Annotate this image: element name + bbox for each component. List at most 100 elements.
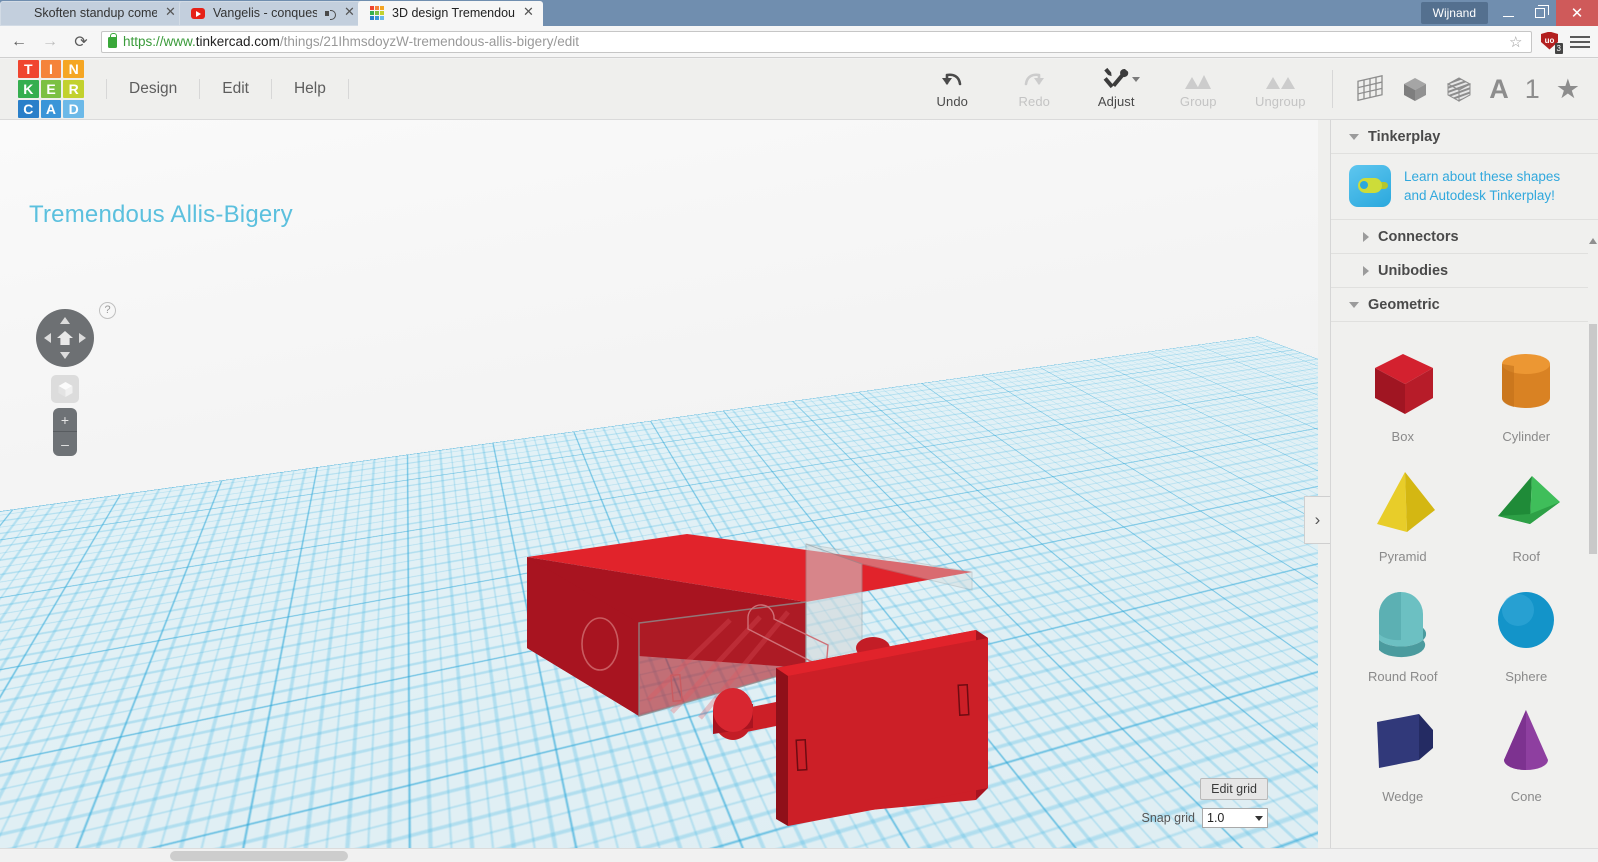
logo-tile-e: E bbox=[40, 80, 62, 98]
shape-item-pyramid[interactable]: Pyramid bbox=[1341, 450, 1465, 568]
roof-shape-icon bbox=[1465, 457, 1589, 547]
browser-tab-3-active[interactable]: 3D design Tremendous Al ✕ bbox=[358, 1, 543, 26]
group-button[interactable]: Group bbox=[1160, 65, 1236, 113]
ungroup-icon bbox=[1265, 65, 1296, 91]
section-label: Unibodies bbox=[1378, 263, 1449, 279]
menu-item-design[interactable]: Design bbox=[106, 79, 201, 99]
favorites-star-icon[interactable]: ★ bbox=[1556, 75, 1580, 103]
adjust-button[interactable]: Adjust bbox=[1078, 65, 1154, 113]
fit-to-view-cube-icon[interactable] bbox=[51, 375, 79, 403]
snap-grid-label: Snap grid bbox=[1141, 811, 1195, 825]
menu-item-help[interactable]: Help bbox=[272, 79, 349, 99]
toolbar-view-icons: A 1 ★ bbox=[1332, 70, 1580, 108]
shape-item-cone[interactable]: Cone bbox=[1465, 690, 1589, 808]
nav-up-arrow-icon[interactable] bbox=[60, 317, 70, 324]
ungroup-button[interactable]: Ungroup bbox=[1242, 65, 1318, 113]
zoom-out-button[interactable]: – bbox=[53, 432, 77, 456]
forward-button[interactable]: → bbox=[39, 31, 61, 53]
section-header-unibodies[interactable]: Unibodies bbox=[1331, 254, 1598, 288]
tinkerplay-app-icon bbox=[1349, 165, 1391, 207]
box-shape-icon bbox=[1341, 337, 1465, 427]
ruler-tool-icon[interactable]: 1 bbox=[1525, 75, 1540, 103]
panel-collapse-button[interactable]: › bbox=[1304, 496, 1330, 544]
tab-close-button[interactable]: ✕ bbox=[522, 5, 535, 20]
logo-tile-c: C bbox=[18, 100, 39, 118]
page-title: Tremendous Allis-Bigery bbox=[29, 201, 293, 228]
home-icon[interactable] bbox=[57, 331, 73, 345]
address-bar[interactable]: https://www.tinkercad.com/things/21Ihmsd… bbox=[101, 30, 1532, 53]
section-label: Tinkerplay bbox=[1368, 129, 1441, 145]
window-close-button[interactable]: ✕ bbox=[1556, 0, 1598, 26]
shape-item-half-sphere[interactable] bbox=[1341, 810, 1465, 850]
tinkerplay-promo-link[interactable]: Learn about these shapes and Autodesk Ti… bbox=[1404, 167, 1584, 205]
snap-grid-select[interactable]: 1.0 bbox=[1202, 808, 1268, 828]
zoom-in-button[interactable]: + bbox=[53, 408, 77, 432]
workplane-grid[interactable] bbox=[0, 120, 1318, 850]
nav-down-arrow-icon[interactable] bbox=[60, 352, 70, 359]
chevron-down-icon[interactable] bbox=[1132, 77, 1141, 82]
undo-label: Undo bbox=[936, 94, 968, 109]
panel-scrollbar[interactable] bbox=[1588, 238, 1598, 850]
tinkerplay-promo[interactable]: Learn about these shapes and Autodesk Ti… bbox=[1331, 154, 1598, 220]
geometric-shapes-grid: Box Cylinder Pyramid Roof Round Roof Sph… bbox=[1331, 322, 1598, 850]
shape-label: Box bbox=[1391, 429, 1414, 444]
reload-button[interactable]: ⟳ bbox=[70, 31, 92, 53]
shape-item-box[interactable]: Box bbox=[1341, 330, 1465, 448]
window-controls-group: Wijnand ✕ bbox=[1420, 0, 1598, 26]
shape-item-wedge[interactable]: Wedge bbox=[1341, 690, 1465, 808]
tinkercad-logo[interactable]: T I N K E R C A D bbox=[18, 60, 84, 118]
window-minimize-button[interactable] bbox=[1492, 0, 1524, 26]
view-navigation-pad[interactable] bbox=[36, 309, 94, 367]
page-horizontal-scrollbar[interactable] bbox=[0, 848, 1598, 862]
bookmark-star-icon[interactable]: ☆ bbox=[1509, 33, 1525, 51]
shape-item-cylinder[interactable]: Cylinder bbox=[1465, 330, 1589, 448]
menu-item-edit[interactable]: Edit bbox=[200, 79, 272, 99]
striped-cube-icon[interactable] bbox=[1445, 75, 1473, 103]
scroll-up-arrow-icon[interactable] bbox=[1589, 238, 1597, 244]
ublock-origin-icon[interactable]: uo 3 bbox=[1541, 31, 1563, 54]
logo-tile-k: K bbox=[18, 80, 39, 98]
logo-tile-i: I bbox=[40, 60, 62, 78]
text-tool-icon[interactable]: A bbox=[1489, 75, 1509, 103]
section-header-tinkerplay[interactable]: Tinkerplay bbox=[1331, 120, 1598, 154]
url-scheme: https://www. bbox=[123, 34, 196, 49]
redo-button[interactable]: Redo bbox=[996, 65, 1072, 113]
tab-close-button[interactable]: ✕ bbox=[164, 5, 177, 20]
section-header-connectors[interactable]: Connectors bbox=[1331, 220, 1598, 254]
browser-tab-2[interactable]: Vangelis - conquest of ✕ bbox=[179, 1, 364, 26]
shape-item-hexagon[interactable] bbox=[1465, 810, 1589, 850]
scrollbar-thumb[interactable] bbox=[1589, 324, 1597, 554]
section-label: Geometric bbox=[1368, 297, 1440, 313]
tab-title: 3D design Tremendous Al bbox=[392, 6, 515, 20]
browser-tabstrip: Skoften standup comedy: ✕ Vangelis - con… bbox=[0, 0, 543, 26]
nav-left-arrow-icon[interactable] bbox=[44, 333, 51, 343]
hamburger-icon[interactable] bbox=[1570, 33, 1590, 51]
browser-titlebar: Skoften standup comedy: ✕ Vangelis - con… bbox=[0, 0, 1598, 26]
tinkercad-icon bbox=[370, 6, 385, 21]
section-label: Connectors bbox=[1378, 229, 1459, 245]
help-button[interactable]: ? bbox=[99, 302, 116, 319]
undo-arrow-icon bbox=[940, 65, 964, 91]
tab-close-button[interactable]: ✕ bbox=[343, 5, 356, 20]
window-maximize-button[interactable] bbox=[1524, 0, 1556, 26]
user-profile-chip[interactable]: Wijnand bbox=[1420, 2, 1488, 24]
shape-item-roof[interactable]: Roof bbox=[1465, 450, 1589, 568]
logo-tile-t: T bbox=[18, 60, 39, 78]
back-button[interactable]: ← bbox=[8, 31, 30, 53]
cone-shape-icon bbox=[1465, 697, 1589, 787]
shape-item-round-roof[interactable]: Round Roof bbox=[1341, 570, 1465, 688]
shape-item-sphere[interactable]: Sphere bbox=[1465, 570, 1589, 688]
scrollbar-thumb[interactable] bbox=[170, 851, 348, 861]
section-header-geometric[interactable]: Geometric bbox=[1331, 288, 1598, 322]
design-canvas[interactable]: Tremendous Allis-Bigery ? + – Edit grid … bbox=[0, 120, 1318, 850]
chevron-down-icon bbox=[1255, 815, 1263, 821]
workplane-grid-icon[interactable] bbox=[1355, 75, 1385, 103]
snap-grid-value: 1.0 bbox=[1207, 811, 1225, 825]
undo-button[interactable]: Undo bbox=[914, 65, 990, 113]
nav-right-arrow-icon[interactable] bbox=[79, 333, 86, 343]
logo-tile-d: D bbox=[63, 100, 84, 118]
browser-tab-1[interactable]: Skoften standup comedy: ✕ bbox=[0, 1, 185, 26]
edit-grid-button[interactable]: Edit grid bbox=[1200, 778, 1268, 800]
solid-cube-icon[interactable] bbox=[1401, 75, 1429, 103]
tab-audio-icon[interactable] bbox=[324, 8, 336, 20]
